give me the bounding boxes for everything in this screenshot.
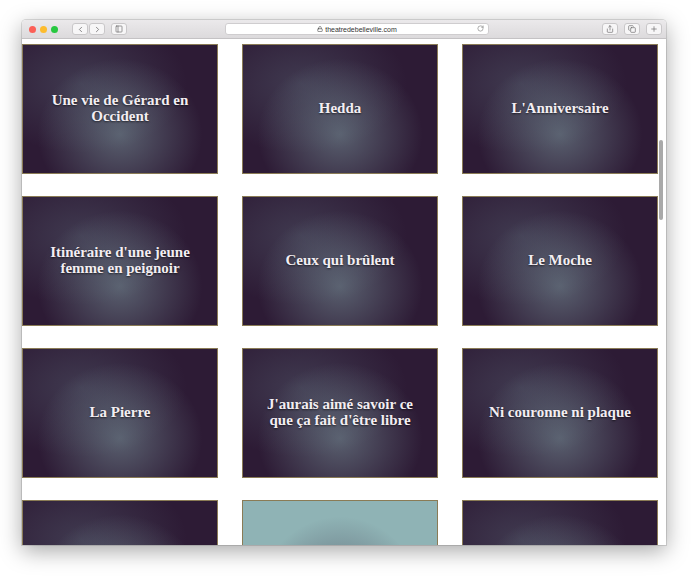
toolbar: theatredebelleville.com	[22, 20, 666, 39]
show-card[interactable]: J'aurais aimé savoir ce que ça fait d'êt…	[242, 348, 438, 478]
show-card[interactable]: Ceux qui brûlent	[242, 196, 438, 326]
desktop: theatredebelleville.com Une vie de Gérard…	[0, 0, 699, 577]
show-title: La Pierre	[90, 405, 151, 421]
show-card[interactable]: Itinéraire d'une jeune femme en peignoir	[22, 196, 218, 326]
minimize-button[interactable]	[40, 26, 47, 33]
chevron-left-icon	[76, 25, 85, 34]
close-button[interactable]	[29, 26, 36, 33]
show-title: Le Moche	[528, 253, 592, 269]
show-card[interactable]: Le Moche	[462, 196, 658, 326]
share-button[interactable]	[602, 23, 618, 35]
new-tab-button[interactable]	[646, 23, 662, 35]
scrollbar[interactable]	[659, 44, 663, 541]
share-icon	[606, 25, 614, 33]
show-title: Ni couronne ni plaque	[489, 405, 631, 421]
show-title: Hedda	[319, 101, 362, 117]
show-grid: Une vie de Gérard en Occident Hedda L'Anni…	[22, 39, 666, 545]
show-card[interactable]: Hedda	[242, 44, 438, 174]
reload-icon[interactable]	[477, 25, 484, 32]
plus-icon	[650, 25, 658, 33]
show-card[interactable]: L'Anniversaire	[462, 44, 658, 174]
lock-icon	[317, 26, 323, 32]
show-card[interactable]: Ni couronne ni plaque	[462, 348, 658, 478]
show-title: L'Anniversaire	[511, 101, 608, 117]
show-card[interactable]: Une vie de Gérard en Occident	[22, 44, 218, 174]
show-title: J'aurais aimé savoir ce que ça fait d'êt…	[255, 397, 425, 429]
show-card[interactable]	[242, 500, 438, 545]
address-bar[interactable]: theatredebelleville.com	[225, 23, 489, 35]
forward-button[interactable]	[89, 23, 105, 35]
browser-window: theatredebelleville.com Une vie de Gérard…	[22, 20, 666, 545]
zoom-button[interactable]	[51, 26, 58, 33]
sidebar-button[interactable]	[111, 23, 127, 35]
show-card[interactable]	[462, 500, 658, 545]
sidebar-icon	[115, 25, 123, 33]
show-card[interactable]	[22, 500, 218, 545]
show-title: Ceux qui brûlent	[285, 253, 394, 269]
scrollbar-thumb[interactable]	[659, 140, 663, 220]
show-title: Itinéraire d'une jeune femme en peignoir	[35, 245, 205, 277]
chevron-right-icon	[93, 25, 102, 34]
show-title: Une vie de Gérard en Occident	[35, 93, 205, 125]
url: theatredebelleville.com	[325, 26, 397, 33]
window-controls	[29, 26, 58, 33]
tabs-icon	[628, 25, 636, 33]
tabs-button[interactable]	[624, 23, 640, 35]
show-card[interactable]: La Pierre	[22, 348, 218, 478]
navigation	[72, 23, 105, 35]
back-button[interactable]	[72, 23, 88, 35]
